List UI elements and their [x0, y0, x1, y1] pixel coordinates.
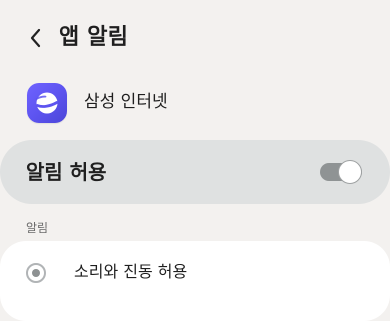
allow-notifications-label: 알림 허용	[26, 160, 107, 184]
samsung-internet-icon	[27, 83, 67, 123]
page-title: 앱 알림	[59, 25, 129, 50]
chevron-left-icon	[30, 28, 41, 48]
options-card: 소리와 진동 허용	[0, 241, 390, 321]
sound-vibration-option[interactable]: 소리와 진동 허용	[0, 241, 390, 303]
section-label: 알림	[26, 221, 49, 235]
allow-notifications-card[interactable]: 알림 허용	[0, 140, 390, 204]
toggle-thumb	[338, 160, 362, 184]
back-button[interactable]	[20, 22, 52, 54]
radio-dot	[32, 269, 40, 277]
radio-button[interactable]	[26, 263, 46, 283]
header: 앱 알림	[0, 0, 390, 78]
option-label: 소리와 진동 허용	[74, 262, 188, 281]
app-row: 삼성 인터넷	[0, 78, 390, 128]
allow-notifications-toggle[interactable]	[320, 160, 362, 184]
app-name: 삼성 인터넷	[84, 92, 168, 112]
